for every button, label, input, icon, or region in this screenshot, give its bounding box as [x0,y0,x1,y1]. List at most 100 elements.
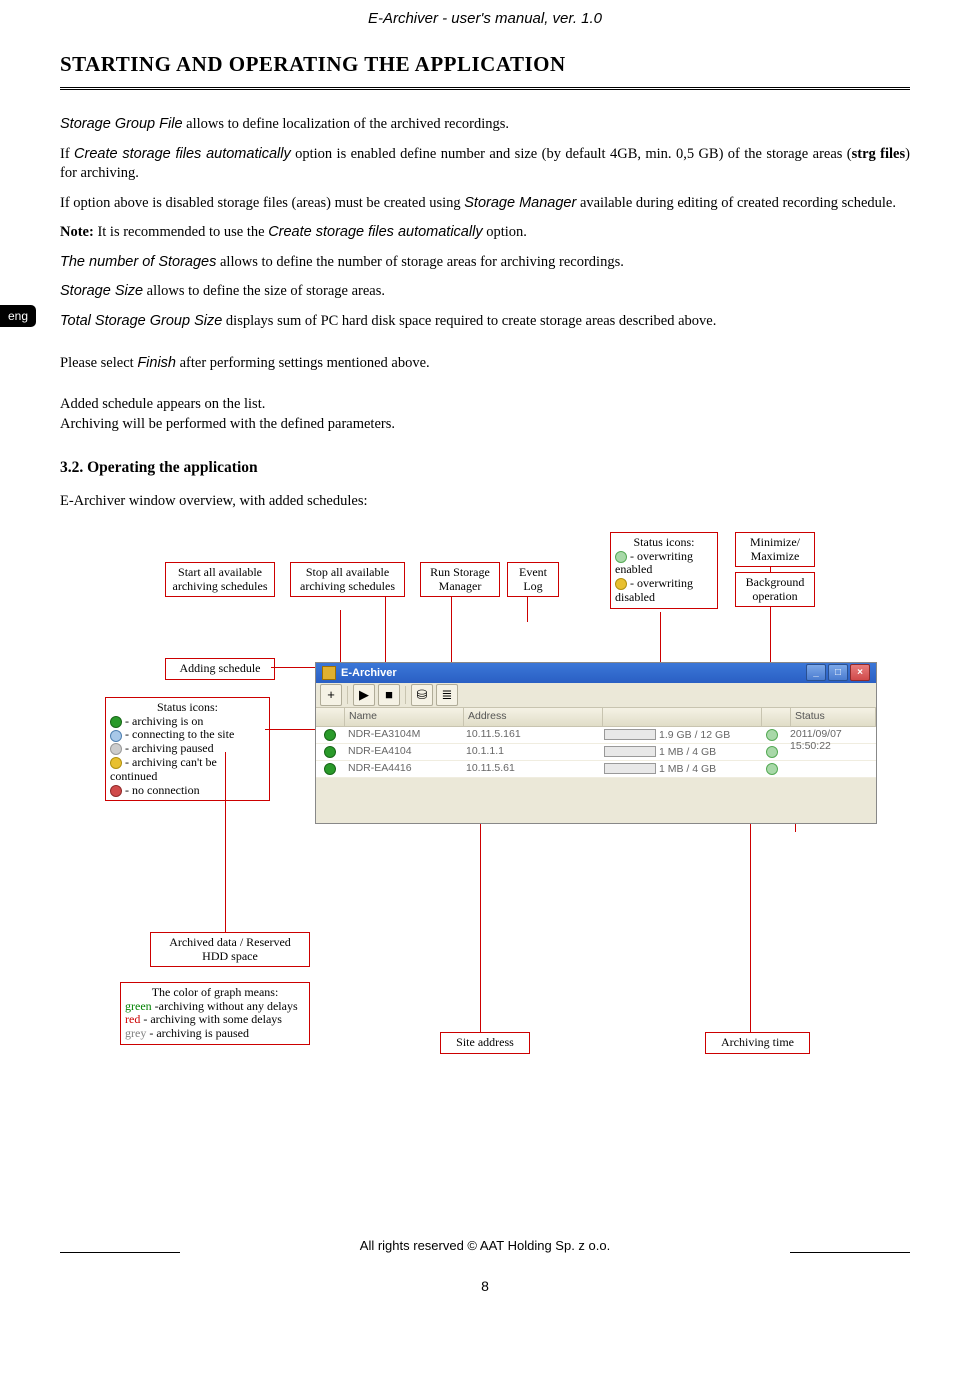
leader-line [770,607,771,662]
callout-archived-data: Archived data / Reserved HDD space [150,932,310,968]
row-time: 2011/09/07 15:50:22 [786,727,876,743]
term-storage-size: Storage Size [60,283,143,299]
term-create-storage-auto: Create storage files automatically [74,146,291,162]
list-body: NDR-EA3104M10.11.5.1611.9 GB / 12 GB 2011… [316,727,876,778]
color-green-label: green [125,999,152,1013]
space-bar [604,729,656,740]
row-address: 10.11.5.161 [462,727,600,743]
footer-text: All rights reserved © AAT Holding Sp. z … [360,1238,610,1253]
color-grey-label: grey [125,1026,149,1040]
callout-site-address: Site address [440,1032,530,1054]
row-name: NDR-EA4104 [344,744,462,760]
section-title: STARTING AND OPERATING THE APPLICATION [60,52,910,77]
footer-rule-right [790,1252,910,1253]
row-status-icon [324,746,336,758]
status-left-header: Status icons: [110,701,265,715]
section-rule [60,87,910,90]
toolbar: + ▶ ■ ⛁ ≣ [316,683,876,708]
callout-bg-op: Background operation [735,572,815,608]
row-space: 1.9 GB / 12 GB [600,727,758,743]
status-on-icon [110,716,122,728]
row-time [786,744,876,760]
term-finish: Finish [137,355,176,371]
para-window-overview: E-Archiver window overview, with added s… [60,492,910,512]
row-overwrite-icon [766,746,778,758]
footer-rule-left [60,1252,180,1253]
leader-line [770,567,771,572]
leader-line [265,729,320,730]
space-bar [604,746,656,757]
close-button[interactable]: × [850,664,870,681]
row-overwrite-icon [766,729,778,741]
callout-start-all: Start all available archiving schedules [165,562,275,598]
para-archiving-performed: Archiving will be performed with the def… [60,415,910,435]
col-status: Status [791,708,876,726]
para-note: Note: It is recommended to use the Creat… [60,223,910,243]
note-label: Note: [60,224,94,240]
toolbar-separator [405,686,406,704]
callout-archiving-time: Archiving time [705,1032,810,1054]
minimize-button[interactable]: _ [806,664,826,681]
callout-event-log: Event Log [507,562,559,598]
list-row[interactable]: NDR-EA3104M10.11.5.1611.9 GB / 12 GB 2011… [316,727,876,744]
body-content: Storage Group File allows to define loca… [60,115,910,512]
para-finish: Please select Finish after performing se… [60,354,910,374]
leader-line [527,597,528,622]
event-log-button[interactable]: ≣ [436,684,458,706]
add-schedule-button[interactable]: + [320,684,342,706]
list-row[interactable]: NDR-EA441610.11.5.611 MB / 4 GB [316,761,876,778]
toolbar-separator [347,686,348,704]
para-number-storages: The number of Storages allows to define … [60,253,910,273]
status-paused-icon [110,743,122,755]
status-noconn-icon [110,785,122,797]
status-connecting-icon [110,730,122,742]
term-number-storages: The number of Storages [60,254,216,270]
callout-adding-schedule: Adding schedule [165,658,275,680]
status-warn-icon [110,757,122,769]
row-status-icon [324,763,336,775]
callout-min-max: Minimize/ Maximize [735,532,815,568]
maximize-button[interactable]: □ [828,664,848,681]
stop-all-button[interactable]: ■ [378,684,400,706]
callout-run-storage: Run Storage Manager [420,562,500,598]
color-red-label: red [125,1012,143,1026]
document-page: E-Archiver - user's manual, ver. 1.0 STA… [0,0,960,1324]
figure-overview: Start all available archiving schedules … [95,532,875,1162]
callout-status-overwrite: Status icons: - overwriting enabled - ov… [610,532,718,609]
start-all-button[interactable]: ▶ [353,684,375,706]
col-name: Name [345,708,464,726]
term-storage-manager: Storage Manager [464,195,576,211]
space-bar [604,763,656,774]
running-header: E-Archiver - user's manual, ver. 1.0 [60,10,910,27]
color-graph-header: The color of graph means: [125,986,305,1000]
row-overwrite-icon [766,763,778,775]
para-storage-size: Storage Size allows to define the size o… [60,282,910,302]
app-window: E-Archiver _ □ × + ▶ ■ ⛁ ≣ Name Address [315,662,877,824]
row-status-icon [324,729,336,741]
col-space [603,708,762,726]
storage-manager-button[interactable]: ⛁ [411,684,433,706]
row-space: 1 MB / 4 GB [600,744,758,760]
list-row[interactable]: NDR-EA410410.1.1.11 MB / 4 GB [316,744,876,761]
para-storage-group-file: Storage Group File allows to define loca… [60,115,910,135]
col-status-icon [316,708,345,726]
list-header: Name Address Status [316,708,876,727]
col-overwrite [762,708,791,726]
subsection-heading: 3.2. Operating the application [60,459,910,477]
callout-status-left: Status icons: - archiving is on - connec… [105,697,270,802]
leader-line [271,667,318,668]
term-total-storage: Total Storage Group Size [60,313,222,329]
term-storage-group-file: Storage Group File [60,116,183,132]
leader-line [225,752,226,932]
row-time [786,761,876,777]
row-name: NDR-EA4416 [344,761,462,777]
para-storage-manager: If option above is disabled storage file… [60,194,910,214]
callout-stop-all: Stop all available archiving schedules [290,562,405,598]
para-added-schedule: Added schedule appears on the list. [60,395,910,415]
app-icon [322,666,336,680]
row-space: 1 MB / 4 GB [600,761,758,777]
row-address: 10.11.5.61 [462,761,600,777]
overwrite-off-icon [615,578,627,590]
row-name: NDR-EA3104M [344,727,462,743]
status-overwrite-header: Status icons: [615,536,713,550]
